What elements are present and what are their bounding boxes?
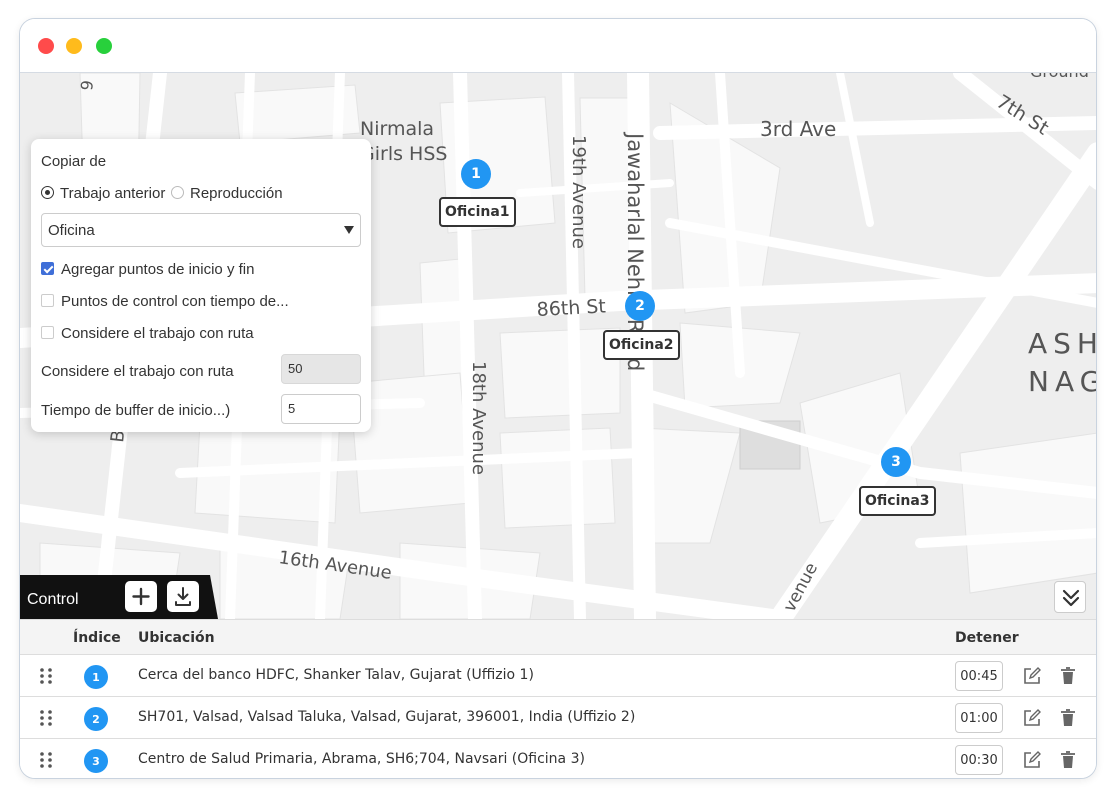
edit-icon[interactable] <box>1023 709 1041 727</box>
row-stop-time[interactable]: 01:00 <box>955 703 1003 733</box>
street-label-19th-avenue: 19th Avenue <box>568 135 589 249</box>
header-index: Índice <box>73 630 121 646</box>
street-label-avenue-fragment: venue <box>780 560 822 616</box>
buffer-field-label: Tiempo de buffer de inicio...) <box>41 402 231 419</box>
radio-selected-icon[interactable] <box>41 186 54 199</box>
control-tab-label: Control <box>27 591 79 608</box>
edit-icon[interactable] <box>1023 667 1041 685</box>
table-row[interactable]: 3 Centro de Salud Primaria, Abrama, SH6;… <box>20 739 1096 778</box>
row-stop-time[interactable]: 00:30 <box>955 745 1003 775</box>
map-marker-label-3[interactable]: Oficina3 <box>859 486 936 516</box>
map-marker-label-2[interactable]: Oficina2 <box>603 330 680 360</box>
area-label-nag: NAG <box>1028 365 1097 398</box>
street-label-nirmala: Nirmala <box>360 118 434 140</box>
maximize-window-button[interactable] <box>96 38 112 54</box>
route-field-label: Considere el trabajo con ruta <box>41 363 234 380</box>
table-row[interactable]: 2 SH701, Valsad, Valsad Taluka, Valsad, … <box>20 697 1096 739</box>
control-tab[interactable]: Control <box>20 575 218 619</box>
drag-handle-icon[interactable] <box>39 710 53 726</box>
checkbox-unchecked-icon[interactable] <box>41 326 54 339</box>
trash-icon[interactable] <box>1061 751 1075 769</box>
checkbox-add-points[interactable]: Agregar puntos de inicio y fin <box>41 261 254 278</box>
map-marker-1[interactable]: 1 <box>461 159 491 189</box>
radio-previous-job[interactable]: Trabajo anterior <box>41 185 165 202</box>
route-field-input: 50 <box>281 354 361 384</box>
map-view[interactable]: Nirmala Girls HSS 3rd Ave 7th St 19th Av… <box>20 73 1097 619</box>
buffer-field-input[interactable]: 5 <box>281 394 361 424</box>
collapse-button[interactable] <box>1054 581 1086 613</box>
row-stop-time[interactable]: 00:45 <box>955 661 1003 691</box>
checkbox-route[interactable]: Considere el trabajo con ruta <box>41 325 254 342</box>
row-location: SH701, Valsad, Valsad Taluka, Valsad, Gu… <box>138 709 636 725</box>
row-index-badge: 1 <box>84 665 108 689</box>
header-stop: Detener <box>955 630 1019 646</box>
trash-icon[interactable] <box>1061 709 1075 727</box>
download-button[interactable] <box>167 581 199 612</box>
row-location: Centro de Salud Primaria, Abrama, SH6;70… <box>138 751 585 767</box>
radio-previous-label: Trabajo anterior <box>60 185 166 202</box>
header-location: Ubicación <box>138 630 215 646</box>
checkbox-checked-icon[interactable] <box>41 262 54 275</box>
edit-icon[interactable] <box>1023 751 1041 769</box>
plus-icon <box>132 587 150 606</box>
street-label-3rd-ave: 3rd Ave <box>760 117 836 141</box>
checkbox-control-points-label: Puntos de control con tiempo de... <box>61 293 289 310</box>
minimize-window-button[interactable] <box>66 38 82 54</box>
row-index-badge: 2 <box>84 707 108 731</box>
title-bar <box>20 19 1096 73</box>
copy-source-select[interactable]: Oficina <box>41 213 361 247</box>
radio-playback[interactable]: Reproducción <box>171 185 283 202</box>
street-label-girls-hss: Girls HSS <box>360 143 447 165</box>
panel-title: Copiar de <box>41 153 107 170</box>
street-label-fragment-g: 9 <box>77 79 97 91</box>
close-window-button[interactable] <box>38 38 54 54</box>
double-chevron-down-icon <box>1062 589 1080 607</box>
map-marker-label-1[interactable]: Oficina1 <box>439 197 516 227</box>
radio-playback-label: Reproducción <box>190 185 283 202</box>
checkbox-control-points[interactable]: Puntos de control con tiempo de... <box>41 293 289 310</box>
trash-icon[interactable] <box>1061 667 1075 685</box>
drag-handle-icon[interactable] <box>39 668 53 684</box>
radio-unselected-icon[interactable] <box>171 186 184 199</box>
table-header: Índice Ubicación Detener <box>20 619 1096 655</box>
street-label-18th-avenue: 18th Avenue <box>468 361 489 475</box>
area-label-ash: ASH <box>1028 327 1097 360</box>
table-row[interactable]: 1 Cerca del banco HDFC, Shanker Talav, G… <box>20 655 1096 697</box>
street-label-ground: Ground <box>1030 73 1089 81</box>
select-value: Oficina <box>48 222 95 239</box>
row-index-badge: 3 <box>84 749 108 773</box>
row-location: Cerca del banco HDFC, Shanker Talav, Guj… <box>138 667 534 683</box>
checkbox-add-points-label: Agregar puntos de inicio y fin <box>61 261 255 278</box>
checkbox-route-label: Considere el trabajo con ruta <box>61 325 254 342</box>
add-button[interactable] <box>125 581 157 612</box>
caret-down-icon <box>344 226 354 234</box>
map-marker-3[interactable]: 3 <box>881 447 911 477</box>
drag-handle-icon[interactable] <box>39 752 53 768</box>
download-icon <box>175 587 191 606</box>
checkbox-unchecked-icon[interactable] <box>41 294 54 307</box>
map-marker-2[interactable]: 2 <box>625 291 655 321</box>
app-window: Nirmala Girls HSS 3rd Ave 7th St 19th Av… <box>19 18 1097 779</box>
street-label-86th-st: 86th St <box>536 295 606 321</box>
copy-settings-panel: Copiar de Trabajo anterior Reproducción … <box>31 139 371 432</box>
